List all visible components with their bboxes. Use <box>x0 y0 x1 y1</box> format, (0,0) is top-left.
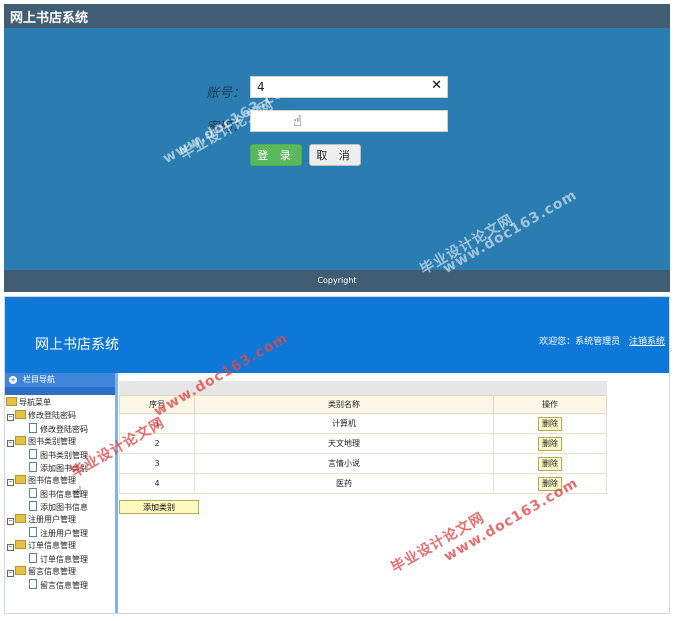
folder-icon <box>15 566 26 575</box>
folder-icon <box>15 514 26 523</box>
nav-item-message-manage[interactable]: 留言信息管理 <box>29 579 88 591</box>
sidebar-header-label: 栏目导航 <box>23 375 55 384</box>
hand-cursor-icon: ☝ <box>293 112 303 130</box>
collapse-icon[interactable]: − <box>7 479 14 486</box>
add-category-button[interactable]: 添加类别 <box>119 500 199 514</box>
nav-group-label: 注册用户管理 <box>28 515 76 524</box>
nav-group-label: 图书类别管理 <box>28 437 76 446</box>
nav-root[interactable]: 导航菜单 <box>6 397 51 408</box>
nav-item-label: 留言信息管理 <box>40 581 88 590</box>
hand-cursor-icon: ☝ <box>73 483 83 501</box>
admin-header: 网上书店系统 欢迎您：系统管理员 注销系统 <box>5 297 669 373</box>
clear-icon[interactable]: ✕ <box>431 78 442 93</box>
nav-group-book[interactable]: − 图书信息管理 <box>7 475 76 486</box>
cell-action: 删除 <box>493 433 607 454</box>
collapse-icon[interactable]: − <box>7 570 14 577</box>
folder-icon <box>6 397 17 406</box>
nav-group-password[interactable]: − 修改登陆密码 <box>7 410 76 421</box>
category-table: 序号 类别名称 操作 1 计算机 删除 2 天文地理 删除 3 言情小说 删除 … <box>119 395 607 494</box>
table-row: 2 天文地理 删除 <box>119 433 607 454</box>
nav-group-label: 图书信息管理 <box>28 476 76 485</box>
account-label: 账号： <box>206 86 246 101</box>
document-icon <box>29 423 37 433</box>
sidebar-header[interactable]: + 栏目导航 <box>5 373 115 387</box>
document-icon <box>29 527 37 537</box>
nav-group-label: 留言信息管理 <box>28 567 76 576</box>
admin-brand: 网上书店系统 <box>35 337 119 353</box>
column-header: 操作 <box>493 395 607 414</box>
folder-icon <box>15 540 26 549</box>
nav-item-add-book[interactable]: 添加图书信息 <box>29 501 88 513</box>
nav-group-label: 订单信息管理 <box>28 541 76 550</box>
welcome-bar: 欢迎您：系统管理员 注销系统 <box>539 334 665 347</box>
cancel-button[interactable]: 取 消 <box>309 144 361 166</box>
nav-item-change-password[interactable]: 修改登陆密码 <box>29 423 88 435</box>
nav-group-user[interactable]: − 注册用户管理 <box>7 514 76 525</box>
table-row: 3 言情小说 删除 <box>119 453 607 474</box>
nav-group-label: 修改登陆密码 <box>28 411 76 420</box>
logout-link[interactable]: 注销系统 <box>629 337 665 347</box>
folder-icon <box>15 436 26 445</box>
login-footer: Copyright <box>4 270 670 292</box>
folder-icon <box>15 475 26 484</box>
delete-button[interactable]: 删除 <box>538 456 562 471</box>
nav-group-category[interactable]: − 图书类别管理 <box>7 436 76 447</box>
sidebar: + 栏目导航 导航菜单 − 修改登陆密码 修改登陆密码 − 图书类别管理 图书类别管理… <box>5 373 118 613</box>
cell-index: 3 <box>119 453 195 474</box>
watermark-site: www.doc163.com <box>440 187 581 277</box>
collapse-icon[interactable]: − <box>7 518 14 525</box>
collapse-icon[interactable]: − <box>7 440 14 447</box>
welcome-text: 欢迎您：系统管理员 <box>539 337 621 347</box>
table-row: 1 计算机 删除 <box>119 413 607 434</box>
password-input[interactable] <box>250 110 448 132</box>
nav-item-user-manage[interactable]: 注册用户管理 <box>29 527 88 539</box>
nav-item-order-manage[interactable]: 订单信息管理 <box>29 553 88 565</box>
login-title-bar: 网上书店系统 <box>4 4 670 28</box>
collapse-icon[interactable]: − <box>7 414 14 421</box>
nav-item-label: 订单信息管理 <box>40 555 88 564</box>
cell-name: 计算机 <box>194 413 494 434</box>
nav-tree: 导航菜单 − 修改登陆密码 修改登陆密码 − 图书类别管理 图书类别管理 添加图书类… <box>5 395 115 613</box>
login-window: 网上书店系统 账号： 4 ✕ 密码： ☝ 登 录 取 消 Copyright w… <box>4 4 670 292</box>
account-input-value: 4 <box>257 80 265 94</box>
delete-button[interactable]: 删除 <box>538 436 562 451</box>
cell-name: 天文地理 <box>194 433 494 454</box>
login-button[interactable]: 登 录 <box>250 144 302 166</box>
expand-icon[interactable]: + <box>9 376 17 384</box>
nav-item-label: 修改登陆密码 <box>40 425 88 434</box>
table-row: 4 医药 删除 <box>119 473 607 494</box>
column-header: 类别名称 <box>194 395 494 414</box>
document-icon <box>29 462 37 472</box>
nav-item-label: 注册用户管理 <box>40 529 88 538</box>
document-icon <box>29 501 37 511</box>
cell-name: 医药 <box>194 473 494 494</box>
delete-button[interactable]: 删除 <box>538 416 562 431</box>
cell-index: 4 <box>119 473 195 494</box>
cell-action: 删除 <box>493 413 607 434</box>
collapse-icon[interactable]: − <box>7 544 14 551</box>
nav-item-label: 添加图书信息 <box>40 503 88 512</box>
folder-icon <box>15 410 26 419</box>
document-icon <box>29 449 37 459</box>
cell-action: 删除 <box>493 453 607 474</box>
document-icon <box>29 579 37 589</box>
cell-name: 言情小说 <box>194 453 494 474</box>
document-icon <box>29 553 37 563</box>
login-app-title: 网上书店系统 <box>10 11 89 26</box>
admin-window: 网上书店系统 欢迎您：系统管理员 注销系统 + 栏目导航 导航菜单 − 修改登陆密码… <box>4 296 670 614</box>
nav-root-label: 导航菜单 <box>19 398 51 407</box>
nav-group-message[interactable]: − 留言信息管理 <box>7 566 76 577</box>
nav-group-order[interactable]: − 订单信息管理 <box>7 540 76 551</box>
document-icon <box>29 488 37 498</box>
